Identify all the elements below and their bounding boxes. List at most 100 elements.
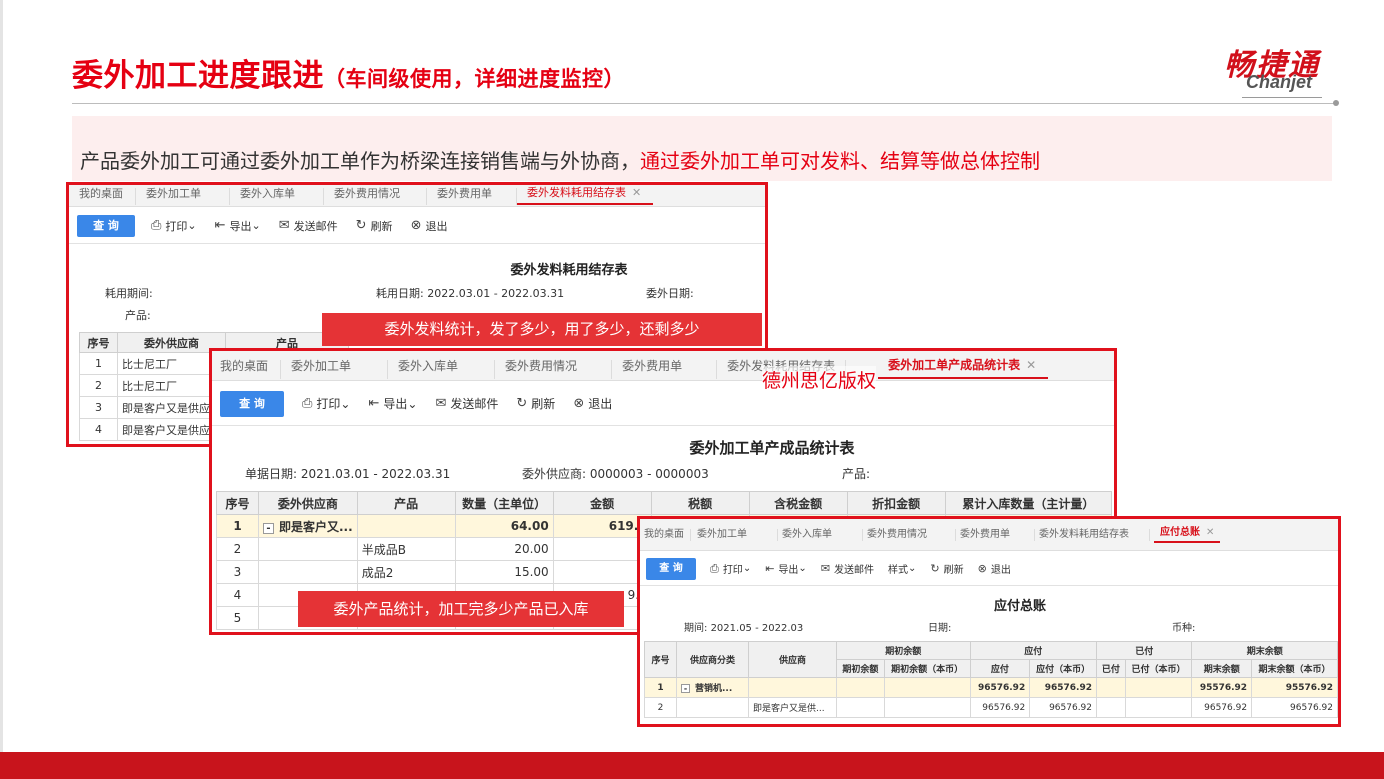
tab-outsource-cost-bill[interactable]: 委外费用单 xyxy=(956,528,1035,541)
export-button[interactable]: ⇤ 导出 ⌄ xyxy=(765,561,807,576)
send-mail-label: 发送邮件 xyxy=(293,219,338,233)
collapse-icon[interactable]: - xyxy=(263,522,274,534)
title-divider-dot xyxy=(1333,100,1339,106)
date-label: 耗用日期: xyxy=(376,287,424,300)
cell-closing-local: 95576.92 xyxy=(1251,677,1338,698)
col-opening-local[interactable]: 期初余额（本币） xyxy=(883,659,971,678)
query-button[interactable]: 查 询 xyxy=(77,214,135,237)
cell-supplier: - 即是客户又... xyxy=(258,514,358,538)
close-icon[interactable]: ✕ xyxy=(1206,527,1214,538)
send-mail-button[interactable]: ✉ 发送邮件 xyxy=(279,218,338,234)
refresh-button[interactable]: ↻ 刷新 xyxy=(930,561,963,576)
print-label: 打印 xyxy=(316,397,341,411)
tab-payable-ledger[interactable]: 应付总账 ✕ xyxy=(1154,527,1221,543)
tab-material-report[interactable]: 委外发料耗用结存表 ✕ xyxy=(517,186,654,205)
cell-opening-local xyxy=(883,697,971,718)
col-paid-local[interactable]: 已付（本币） xyxy=(1124,659,1193,678)
table-row[interactable]: 1 - 营销机... 96576.92 96576.92 95576.92 955… xyxy=(644,677,1338,698)
col-payable-local[interactable]: 应付（本币） xyxy=(1029,659,1098,678)
tab-outsource-inbound[interactable]: 委外入库单 xyxy=(388,360,496,379)
exit-button[interactable]: ⊗ 退出 xyxy=(573,395,612,412)
tab-desktop[interactable]: 我的桌面 xyxy=(212,360,282,379)
exit-button[interactable]: ⊗ 退出 xyxy=(411,218,448,234)
date-field: 耗用日期: 2022.03.01 - 2022.03.31 xyxy=(376,285,564,301)
tab-outsource-cost-status[interactable]: 委外费用情况 xyxy=(324,188,427,205)
export-button[interactable]: ⇤ 导出 ⌄ xyxy=(368,395,417,412)
col-payable[interactable]: 应付 xyxy=(969,659,1031,678)
tab-material-report[interactable]: 委外发料耗用结存表 xyxy=(1035,528,1150,541)
style-button[interactable]: 样式 ⌄ xyxy=(888,561,916,576)
tab-outsource-cost-status[interactable]: 委外费用情况 xyxy=(863,528,956,541)
tab-product-report[interactable]: 委外加工单产成品统计表 ✕ xyxy=(878,358,1049,379)
collapse-icon[interactable]: - xyxy=(681,684,690,693)
print-button[interactable]: ⎙ 打印 ⌄ xyxy=(710,561,751,577)
cell-category: - 营销机... xyxy=(676,677,749,698)
col-tax[interactable]: 税额 xyxy=(650,491,750,515)
col-discount[interactable]: 折扣金额 xyxy=(846,491,946,515)
cell-supplier xyxy=(748,677,837,698)
refresh-button[interactable]: ↻ 刷新 xyxy=(516,395,555,412)
slide-title-text: 委外加工进度跟进 xyxy=(72,58,324,94)
tab-outsource-cost-bill[interactable]: 委外费用单 xyxy=(427,188,517,205)
export-icon: ⇤ xyxy=(214,218,226,233)
col-cum-inbound[interactable]: 累计入库数量（主计量） xyxy=(944,491,1113,515)
col-category[interactable]: 供应商分类 xyxy=(676,641,749,678)
table-row[interactable]: 2 即是客户又是供... 96576.92 96576.92 96576.92 … xyxy=(644,697,1338,718)
col-opening[interactable]: 期初余额 xyxy=(836,659,885,678)
tab-outsource-order[interactable]: 委外加工单 xyxy=(136,188,230,205)
close-icon[interactable]: ✕ xyxy=(1026,358,1036,372)
col-closing-local[interactable]: 期末余额（本币） xyxy=(1251,659,1338,678)
col-amount-with-tax[interactable]: 含税金额 xyxy=(748,491,848,515)
exit-label: 退出 xyxy=(588,397,613,411)
col-supplier[interactable]: 供应商 xyxy=(748,641,837,678)
cell-paid-local xyxy=(1124,677,1193,698)
print-button[interactable]: ⎙ 打印 ⌄ xyxy=(151,218,197,234)
export-button[interactable]: ⇤ 导出 ⌄ xyxy=(215,218,261,234)
callout-material: 委外发料统计，发了多少，用了多少，还剩多少 xyxy=(322,313,762,346)
col-paid[interactable]: 已付 xyxy=(1096,659,1126,678)
exit-icon: ⊗ xyxy=(977,562,987,575)
tab-outsource-order[interactable]: 委外加工单 xyxy=(281,360,389,379)
tab-outsource-cost-status[interactable]: 委外费用情况 xyxy=(495,360,613,379)
send-mail-button[interactable]: ✉ 发送邮件 xyxy=(821,561,874,576)
cell-paid-local xyxy=(1124,697,1193,718)
tab-outsource-inbound[interactable]: 委外入库单 xyxy=(778,528,863,541)
payable-table: 序号 供应商分类 供应商 期初余额 应付 已付 期末余额 期初余额 期初余额（本… xyxy=(644,641,1338,718)
col-closing[interactable]: 期末余额 xyxy=(1191,659,1253,678)
chevron-down-icon: ⌄ xyxy=(407,396,418,411)
tab-outsource-cost-bill[interactable]: 委外费用单 xyxy=(612,360,718,379)
col-supplier[interactable]: 委外供应商 xyxy=(258,491,358,515)
export-icon: ⇤ xyxy=(765,562,775,575)
refresh-button[interactable]: ↻ 刷新 xyxy=(356,218,393,234)
query-button[interactable]: 查 询 xyxy=(220,390,284,417)
send-mail-button[interactable]: ✉ 发送邮件 xyxy=(435,395,498,412)
export-icon: ⇤ xyxy=(368,396,380,411)
col-no[interactable]: 序号 xyxy=(79,332,118,353)
tab-outsource-order[interactable]: 委外加工单 xyxy=(691,528,778,541)
slide-left-edge xyxy=(0,0,3,752)
col-no[interactable]: 序号 xyxy=(644,641,677,678)
col-product[interactable]: 产品 xyxy=(356,491,456,515)
col-qty[interactable]: 数量（主单位） xyxy=(454,491,554,515)
watermark-text: 德州思亿版权 xyxy=(762,366,877,393)
close-icon[interactable]: ✕ xyxy=(632,186,641,199)
printer-icon: ⎙ xyxy=(302,396,313,411)
query-button[interactable]: 查 询 xyxy=(646,557,696,580)
bill-date-field: 单据日期: 2021.03.01 - 2022.03.31 xyxy=(245,465,450,482)
report-title: 委外加工单产成品统计表 xyxy=(689,439,855,457)
title-divider xyxy=(72,103,1334,104)
cell-qty: 64.00 xyxy=(454,514,554,538)
col-amount[interactable]: 金额 xyxy=(552,491,652,515)
tab-desktop[interactable]: 我的桌面 xyxy=(69,188,136,205)
cell-payable: 96576.92 xyxy=(969,697,1031,718)
col-no[interactable]: 序号 xyxy=(216,491,259,515)
cell-closing-local: 96576.92 xyxy=(1251,697,1338,718)
cell-payable-local: 96576.92 xyxy=(1029,677,1098,698)
tab-outsource-inbound[interactable]: 委外入库单 xyxy=(230,188,324,205)
tab-desktop[interactable]: 我的桌面 xyxy=(640,528,691,541)
period-field: 期间: 2021.05 - 2022.03 xyxy=(684,619,803,634)
exit-button[interactable]: ⊗ 退出 xyxy=(978,561,1011,576)
print-button[interactable]: ⎙ 打印 ⌄ xyxy=(302,395,350,412)
chevron-down-icon: ⌄ xyxy=(187,219,197,232)
printer-icon: ⎙ xyxy=(151,218,162,233)
